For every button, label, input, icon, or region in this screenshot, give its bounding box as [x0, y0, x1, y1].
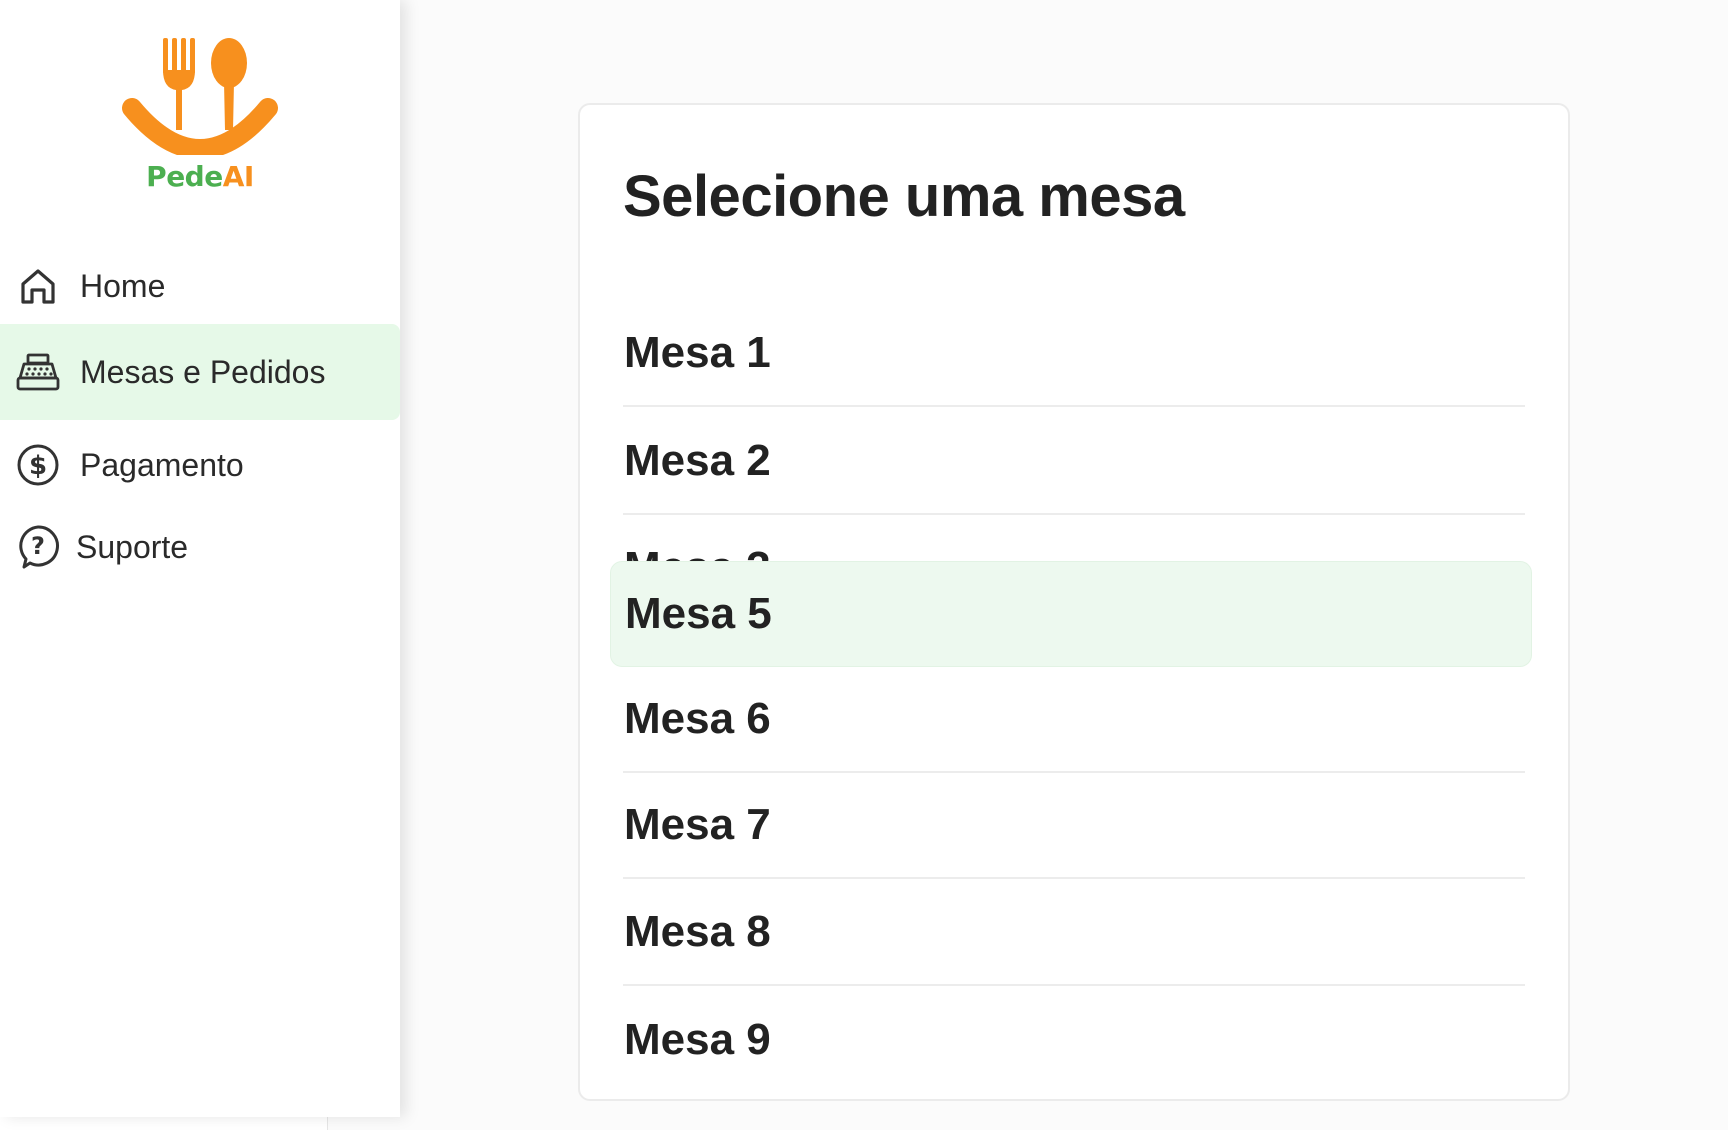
sidebar-item-label: Pagamento — [80, 446, 244, 483]
brand-name: PedeAI — [146, 163, 254, 191]
svg-text:?: ? — [31, 532, 45, 560]
pedeai-logo[interactable]: PedeAI — [110, 30, 290, 210]
table-row-selected[interactable]: Mesa 5 — [610, 561, 1532, 667]
page-title: Selecione uma mesa — [623, 164, 1185, 229]
sidebar-item-suporte[interactable]: ? Suporte — [0, 518, 400, 576]
table-row[interactable]: Mesa 2 — [623, 409, 1525, 515]
home-icon — [16, 264, 60, 308]
table-row[interactable]: Mesa 8 — [623, 880, 1525, 986]
dollar-circle-icon: $ — [16, 443, 60, 487]
table-label: Mesa 2 — [624, 436, 771, 485]
table-selection-card: Selecione uma mesa Mesa 1 Mesa 2 Mesa 3 … — [578, 103, 1570, 1101]
sidebar-item-pagamento[interactable]: $ Pagamento — [0, 436, 400, 494]
table-row[interactable]: Mesa 6 — [623, 667, 1525, 773]
cash-register-icon — [16, 350, 60, 394]
table-row[interactable]: Mesa 9 — [623, 987, 1525, 1093]
table-row[interactable]: Mesa 1 — [623, 301, 1525, 407]
svg-text:$: $ — [29, 451, 47, 481]
table-label: Mesa 1 — [624, 328, 771, 377]
help-circle-icon: ? — [16, 525, 60, 569]
sidebar-item-home[interactable]: Home — [0, 258, 400, 314]
sidebar-item-mesas-e-pedidos[interactable]: Mesas e Pedidos — [0, 324, 400, 420]
table-label: Mesa 8 — [624, 907, 771, 956]
sidebar-item-label: Mesas e Pedidos — [80, 353, 326, 390]
sidebar-item-label: Suporte — [76, 528, 189, 565]
sidebar-item-label: Home — [80, 267, 166, 304]
sidebar: PedeAI Home Mesas e Pedidos $ Pagamento … — [0, 0, 400, 1117]
table-label: Mesa 7 — [624, 800, 771, 849]
table-row[interactable]: Mesa 7 — [623, 773, 1525, 879]
table-label: Mesa 6 — [624, 694, 771, 743]
sidebar-footer — [0, 1117, 328, 1130]
fork-spoon-smile-icon — [122, 38, 278, 155]
brand-name-part1: Pede — [146, 160, 223, 193]
table-label: Mesa 5 — [625, 589, 772, 638]
table-label: Mesa 9 — [624, 1015, 771, 1064]
brand-name-part2: AI — [222, 160, 255, 193]
